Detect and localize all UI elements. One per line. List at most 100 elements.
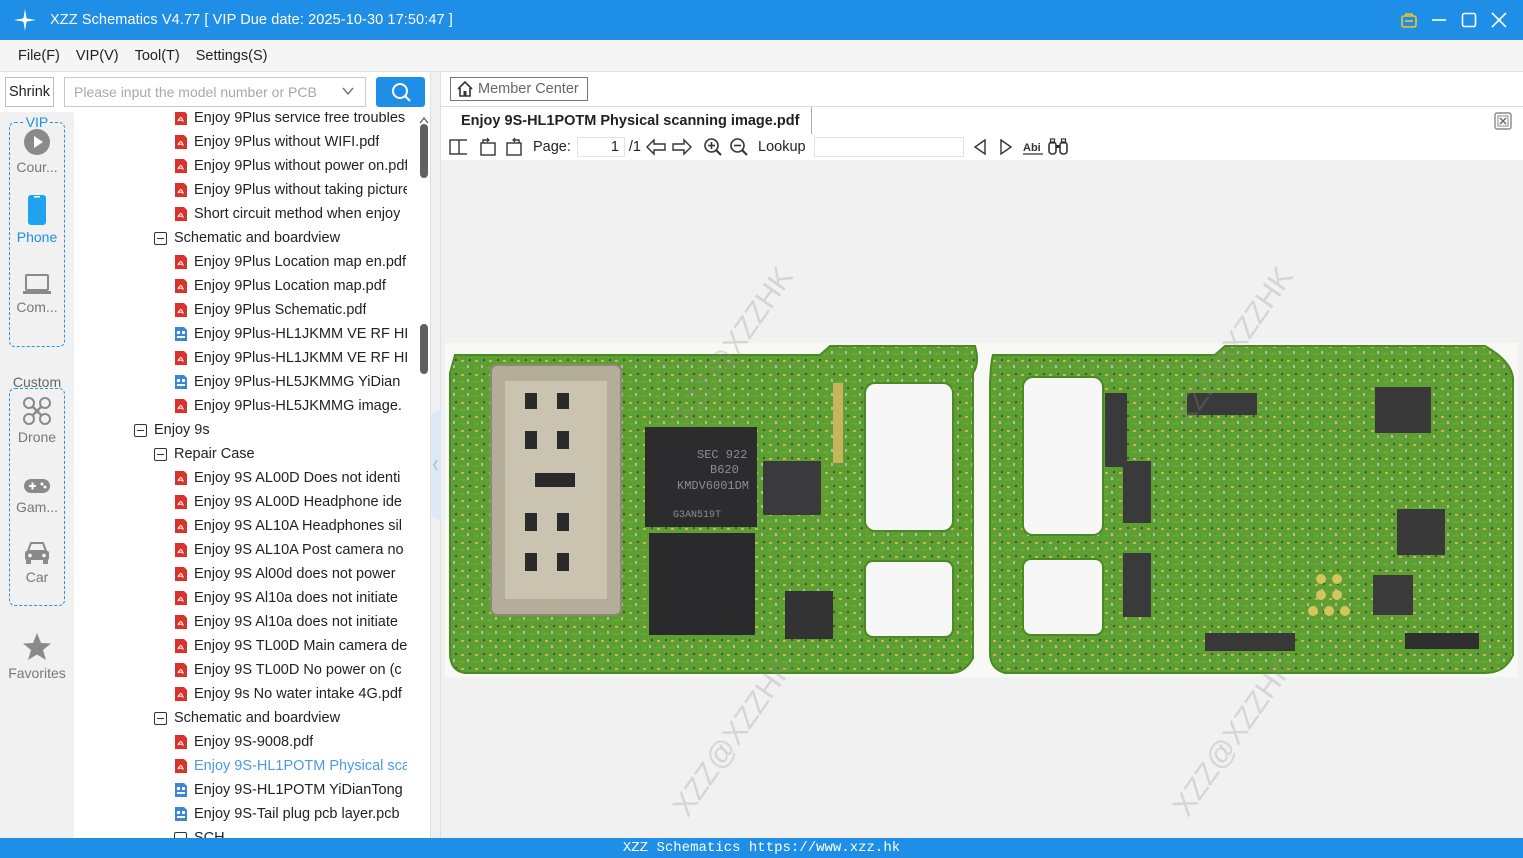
tree-file[interactable]: Enjoy 9S-HL1POTM YiDianTong bbox=[174, 778, 407, 802]
tree-file[interactable]: Enjoy 9s No water intake 4G.pdf bbox=[174, 682, 407, 706]
tree-scrollbar[interactable] bbox=[418, 112, 430, 838]
tree-file[interactable]: Enjoy 9S AL00D Headphone ide bbox=[174, 490, 407, 514]
tree-item-label: Enjoy 9s bbox=[154, 422, 210, 438]
find-prev-icon[interactable] bbox=[970, 139, 990, 155]
member-center-button[interactable]: Member Center bbox=[450, 77, 588, 101]
pdf-file-icon bbox=[174, 278, 188, 294]
close-tab-icon[interactable] bbox=[1493, 111, 1513, 134]
tree-item-label: Schematic and boardview bbox=[174, 710, 341, 726]
tree-item-label: Enjoy 9S-HL1POTM YiDianTong bbox=[194, 782, 403, 798]
tree-file[interactable]: Enjoy 9Plus Location map.pdf bbox=[174, 274, 407, 298]
tree-file[interactable]: Enjoy 9S TL00D Main camera de bbox=[174, 634, 407, 658]
tree-folder[interactable]: SCH bbox=[174, 826, 407, 838]
scroll-thumb[interactable] bbox=[420, 124, 428, 178]
rail-item-courses[interactable]: Cour... bbox=[0, 122, 74, 182]
shrink-button[interactable]: Shrink bbox=[5, 77, 54, 107]
tree-file[interactable]: Enjoy 9S Al00d does not power bbox=[174, 562, 407, 586]
tree-item-label: Enjoy 9Plus without power on.pdf bbox=[194, 158, 407, 174]
tree-file[interactable]: Enjoy 9S-HL1POTM Physical sca bbox=[174, 754, 407, 778]
tree-file[interactable]: Enjoy 9Plus service free troubles bbox=[174, 112, 407, 130]
tree-file[interactable]: Enjoy 9Plus-HL5JKMMG image. bbox=[174, 394, 407, 418]
rotate-right-icon[interactable] bbox=[503, 137, 525, 157]
tree-file[interactable]: Enjoy 9S TL00D No power on (c bbox=[174, 658, 407, 682]
drone-icon bbox=[22, 392, 52, 426]
tree-file[interactable]: Enjoy 9Plus-HL1JKMM VE RF HI bbox=[174, 346, 407, 370]
file-tree: Enjoy 9Plus service free troubles Enjoy 9… bbox=[74, 112, 418, 838]
pcb-file-icon bbox=[174, 806, 188, 822]
tree-item-label: Enjoy 9Plus-HL1JKMM VE RF HI bbox=[194, 326, 407, 342]
two-page-icon[interactable] bbox=[449, 138, 467, 156]
search-icon bbox=[391, 83, 411, 102]
rail-item-computer[interactable]: Com... bbox=[0, 262, 74, 322]
collapse-icon[interactable] bbox=[154, 711, 167, 725]
tree-item-label: Enjoy 9Plus-HL5JKMMG YiDian bbox=[194, 374, 401, 390]
tree-file[interactable]: Enjoy 9S-9008.pdf bbox=[174, 730, 407, 754]
tree-file[interactable]: Enjoy 9S AL00D Does not identi bbox=[174, 466, 407, 490]
rail-item-drone[interactable]: Drone bbox=[0, 392, 74, 452]
tree-file[interactable]: Enjoy 9S Al10a does not initiate bbox=[174, 586, 407, 610]
menu-settings[interactable]: Settings(S) bbox=[196, 48, 268, 64]
vip-bag-icon[interactable] bbox=[1399, 10, 1419, 30]
tree-file[interactable]: Enjoy 9Plus without taking pictures bbox=[174, 178, 407, 202]
tree-file[interactable]: Enjoy 9Plus without power on.pdf bbox=[174, 154, 407, 178]
search-button[interactable] bbox=[376, 77, 425, 107]
tree-folder[interactable]: Repair Case bbox=[154, 442, 407, 466]
tree-file[interactable]: Enjoy 9Plus without WIFI.pdf bbox=[174, 130, 407, 154]
rail-item-favorites[interactable]: Favorites bbox=[0, 628, 74, 698]
tree-folder[interactable]: Enjoy 9s bbox=[134, 418, 407, 442]
splitter-handle[interactable] bbox=[431, 410, 441, 520]
pdf-viewer[interactable]: SEC 922 B620 KMDV6001DM G3AN519T XZZ@XZZ… bbox=[441, 160, 1523, 838]
rail-item-car[interactable]: Car bbox=[0, 532, 74, 592]
page-number-input[interactable]: 1 bbox=[576, 137, 625, 157]
tree-item-label: Enjoy 9S TL00D Main camera de bbox=[194, 638, 407, 654]
tree-folder[interactable]: Schematic and boardview bbox=[154, 706, 407, 730]
minimize-button[interactable] bbox=[1429, 10, 1449, 30]
tree-folder[interactable]: Schematic and boardview bbox=[154, 226, 407, 250]
splitter[interactable] bbox=[430, 72, 441, 838]
menu-vip[interactable]: VIP(V) bbox=[76, 48, 119, 64]
prev-page-icon[interactable] bbox=[645, 138, 667, 156]
tree-file[interactable]: Enjoy 9Plus Schematic.pdf bbox=[174, 298, 407, 322]
star-icon bbox=[22, 628, 52, 662]
pdf-file-icon bbox=[174, 470, 188, 486]
tree-file[interactable]: Enjoy 9Plus-HL5JKMMG YiDian bbox=[174, 370, 407, 394]
collapse-icon[interactable] bbox=[134, 423, 147, 437]
tree-item-label: Short circuit method when enjoy bbox=[194, 206, 401, 222]
menu-tool[interactable]: Tool(T) bbox=[135, 48, 180, 64]
tree-file[interactable]: Enjoy 9Plus Location map en.pdf bbox=[174, 250, 407, 274]
tree-item-label: Enjoy 9Plus without taking pictures bbox=[194, 182, 407, 198]
zoom-in-icon[interactable] bbox=[702, 137, 724, 157]
tree-file[interactable]: Enjoy 9S AL10A Post camera no bbox=[174, 538, 407, 562]
scroll-thumb-secondary[interactable] bbox=[420, 324, 428, 374]
tree-file[interactable]: Enjoy 9Plus-HL1JKMM VE RF HI bbox=[174, 322, 407, 346]
rail-item-game[interactable]: Gam... bbox=[0, 462, 74, 522]
binoculars-icon[interactable] bbox=[1046, 138, 1070, 156]
collapse-icon[interactable] bbox=[154, 231, 167, 245]
zoom-out-icon[interactable] bbox=[728, 137, 750, 157]
rail-item-phone[interactable]: Phone bbox=[0, 192, 74, 252]
page-total: /1 bbox=[628, 139, 641, 155]
next-page-icon[interactable] bbox=[671, 138, 693, 156]
tree-file[interactable]: Enjoy 9S-Tail plug pcb layer.pcb bbox=[174, 802, 407, 826]
rotate-left-icon[interactable] bbox=[477, 137, 499, 157]
collapse-icon[interactable] bbox=[154, 447, 167, 461]
window-title: XZZ Schematics V4.77 [ VIP Due date: 202… bbox=[50, 12, 453, 28]
tree-file[interactable]: Enjoy 9S Al10a does not initiate bbox=[174, 610, 407, 634]
tree-item-label: Enjoy 9Plus service free troubles bbox=[194, 112, 406, 126]
pdf-file-icon bbox=[174, 638, 188, 654]
title-bar: XZZ Schematics V4.77 [ VIP Due date: 202… bbox=[0, 0, 1523, 40]
tab-active-document[interactable]: Enjoy 9S-HL1POTM Physical scanning image… bbox=[449, 107, 813, 135]
match-case-icon[interactable]: Abi bbox=[1022, 138, 1044, 156]
lookup-input[interactable] bbox=[813, 137, 964, 157]
chevron-down-icon[interactable] bbox=[341, 84, 355, 101]
svg-text:Abi: Abi bbox=[1023, 142, 1041, 154]
menu-file[interactable]: File(F) bbox=[18, 48, 60, 64]
pdf-file-icon bbox=[174, 350, 188, 366]
phone-icon bbox=[27, 192, 47, 226]
find-next-icon[interactable] bbox=[996, 139, 1016, 155]
model-search-input[interactable]: Please input the model number or PCB bbox=[64, 77, 366, 107]
maximize-button[interactable] bbox=[1459, 10, 1479, 30]
tree-file[interactable]: Enjoy 9S AL10A Headphones sil bbox=[174, 514, 407, 538]
close-button[interactable] bbox=[1489, 10, 1509, 30]
tree-file[interactable]: Short circuit method when enjoy bbox=[174, 202, 407, 226]
